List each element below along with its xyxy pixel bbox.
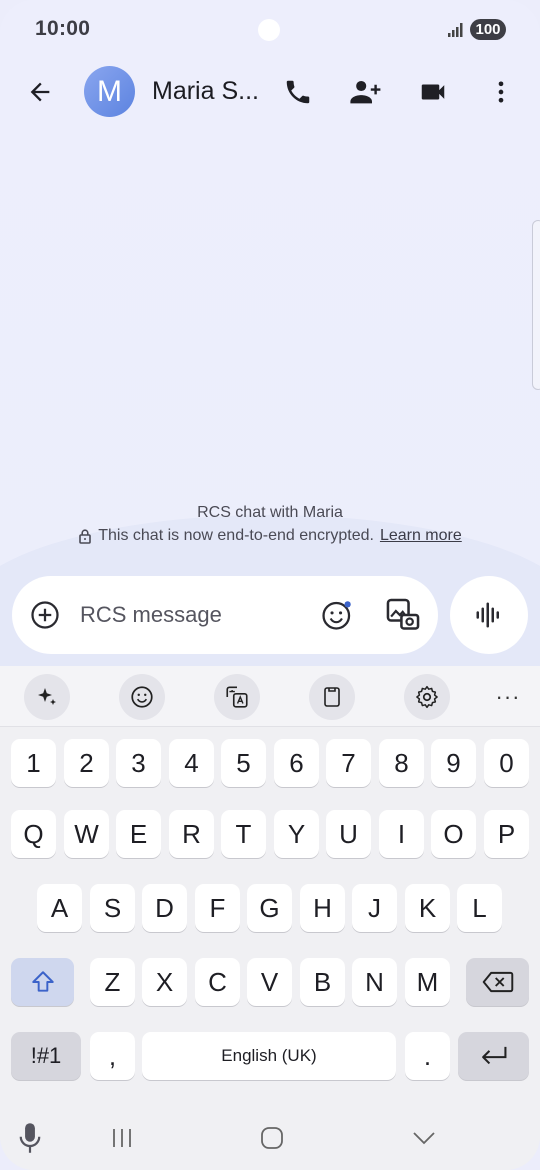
phone-icon [286,80,310,104]
key-g[interactable]: G [247,884,292,932]
gallery-button[interactable] [384,596,422,634]
encryption-text: This chat is now end-to-end encrypted. [98,527,374,544]
keyboard-toolbar [0,666,540,727]
key-h[interactable]: H [300,884,345,932]
chevron-down-icon [413,1132,435,1145]
period-key[interactable]: . [405,1032,450,1080]
key-m[interactable]: M [405,958,450,1006]
key-d[interactable]: D [142,884,187,932]
backspace-icon [482,971,513,993]
keyboard-settings-button[interactable] [404,674,450,720]
voice-input-button[interactable] [14,1120,46,1156]
key-c[interactable]: C [195,958,240,1006]
microphone-icon [19,1123,41,1153]
key-a[interactable]: A [37,884,82,932]
encryption-notice: This chat is now end-to-end encrypted. L… [0,527,540,545]
shift-key[interactable] [11,958,74,1006]
battery-indicator: 100 [470,19,506,40]
clipboard-icon [324,687,340,707]
key-z[interactable]: Z [90,958,135,1006]
key-2[interactable]: 2 [64,739,109,787]
gear-icon [416,685,438,709]
ai-tools-button[interactable] [24,674,70,720]
attach-button[interactable] [30,600,60,630]
translate-button[interactable] [214,674,260,720]
key-y[interactable]: Y [274,810,319,858]
key-u[interactable]: U [326,810,371,858]
key-j[interactable]: J [352,884,397,932]
enter-icon [481,1046,506,1065]
backspace-key[interactable] [466,958,529,1006]
space-key[interactable]: English (UK) [142,1032,396,1080]
key-n[interactable]: N [352,958,397,1006]
screen: 10:00 100 M Maria S... RCS chat with Mar… [0,0,540,1170]
call-button[interactable] [278,72,318,112]
voice-message-button[interactable] [450,576,528,654]
key-5[interactable]: 5 [221,739,266,787]
key-x[interactable]: X [142,958,187,1006]
signal-icon [448,23,463,37]
add-person-button[interactable] [346,72,386,112]
key-8[interactable]: 8 [379,739,424,787]
key-s[interactable]: S [90,884,135,932]
key-0[interactable]: 0 [484,739,529,787]
message-input[interactable] [80,602,300,628]
keyboard-emoji-button[interactable] [119,674,165,720]
home-icon [261,1127,283,1149]
arrow-back-icon [30,82,50,102]
key-q[interactable]: Q [11,810,56,858]
home-button[interactable] [254,1120,290,1156]
key-l[interactable]: L [457,884,502,932]
chat-type-label: RCS chat with Maria [197,504,343,521]
enter-key[interactable] [458,1032,529,1080]
camera-cutout [258,19,280,41]
key-t[interactable]: T [221,810,266,858]
status-time: 10:00 [35,17,91,40]
hide-keyboard-button[interactable] [406,1120,442,1156]
translate-icon [226,686,248,708]
emoji-button[interactable] [320,598,354,632]
key-1[interactable]: 1 [11,739,56,787]
key-6[interactable]: 6 [274,739,319,787]
side-scroll-handle[interactable] [532,220,540,390]
recents-icon [113,1129,131,1147]
comma-key[interactable]: , [90,1032,135,1080]
recent-apps-button[interactable] [104,1120,140,1156]
more-tools-button[interactable]: ··· [488,674,528,720]
clipboard-button[interactable] [309,674,355,720]
key-k[interactable]: K [405,884,450,932]
shift-icon [31,971,54,992]
key-4[interactable]: 4 [169,739,214,787]
key-r[interactable]: R [169,810,214,858]
key-v[interactable]: V [247,958,292,1006]
key-9[interactable]: 9 [431,739,476,787]
key-3[interactable]: 3 [116,739,161,787]
key-7[interactable]: 7 [326,739,371,787]
symbols-key[interactable]: !#1 [11,1032,81,1080]
sparkle-icon [38,688,56,705]
key-f[interactable]: F [195,884,240,932]
contact-name[interactable]: Maria S... [152,77,264,106]
videocam-icon [421,84,445,100]
key-p[interactable]: P [484,810,529,858]
lock-icon [79,529,92,544]
more-options-button[interactable] [481,72,521,112]
more-vert-icon [498,81,504,103]
avatar[interactable]: M [84,66,135,117]
key-e[interactable]: E [116,810,161,858]
key-o[interactable]: O [431,810,476,858]
emoji-icon [322,601,351,630]
add-circle-icon [31,601,59,629]
emoji-icon [131,686,153,708]
key-b[interactable]: B [300,958,345,1006]
back-button[interactable] [20,72,60,112]
learn-more-link[interactable]: Learn more [380,527,462,545]
video-call-button[interactable] [413,72,453,112]
audio-waveform-icon [476,602,499,628]
image-camera-icon [386,598,420,630]
key-i[interactable]: I [379,810,424,858]
key-w[interactable]: W [64,810,109,858]
person-add-icon [350,80,381,104]
